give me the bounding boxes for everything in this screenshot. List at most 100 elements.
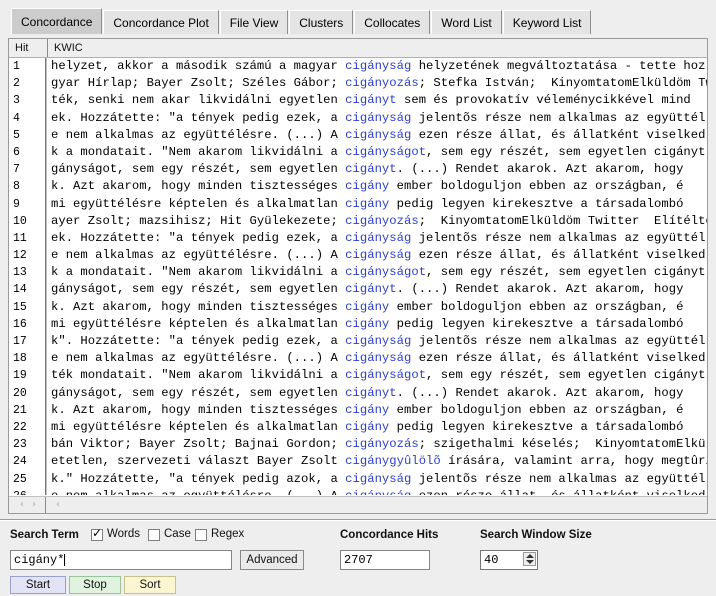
column-separator xyxy=(45,161,47,179)
concordance-hits-value: 2707 xyxy=(340,550,430,570)
table-row[interactable]: 1 helyzet, akkor a második számú a magyar… xyxy=(9,58,707,76)
tab-word-list[interactable]: Word List xyxy=(431,10,502,34)
table-row[interactable]: 15 k. Azt akarom, hogy minden tisztessége… xyxy=(9,298,707,316)
row-hit-number: 12 xyxy=(13,249,27,263)
kwic-right-context: , sem egy részét, sem egyetlen cigányt. xyxy=(426,265,708,280)
table-row[interactable]: 24 etetlen, szervezeti választ Bayer Zsol… xyxy=(9,453,707,471)
table-row[interactable]: 11 ek. Hozzátette: "a tények pedig ezek, … xyxy=(9,229,707,248)
search-controls: Search Term ✓ Words Case Regex Concordan… xyxy=(0,523,716,596)
table-row[interactable]: 7 gányságot, sem egy részét, sem egyetlen… xyxy=(9,161,707,179)
tab-collocates[interactable]: Collocates xyxy=(354,10,431,34)
tab-label: Keyword List xyxy=(512,15,582,30)
row-kwic-text: e nem alkalmas az együttélésre. (...) A … xyxy=(51,127,706,144)
column-separator xyxy=(45,58,47,76)
table-row[interactable]: 10 ayer Zsolt; mazsihisz; Hit Gyülekezete… xyxy=(9,212,708,230)
row-hit-number: 19 xyxy=(13,369,27,383)
column-separator xyxy=(45,333,47,351)
column-separator xyxy=(45,126,47,144)
table-row[interactable]: 16 mi együttélésre képtelen és alkalmatla… xyxy=(9,315,707,333)
kwic-keyword: cigányság xyxy=(345,230,412,245)
row-hit-number: 26 xyxy=(9,488,39,495)
start-button[interactable]: Start xyxy=(10,576,66,594)
kwic-keyword: cigányságot xyxy=(345,368,427,383)
kwic-keyword: cigány xyxy=(345,419,390,434)
kwic-keyword: cigány xyxy=(345,196,390,211)
table-row[interactable]: 14 gányságot, sem egy részét, sem egyetle… xyxy=(9,281,707,299)
kwic-scroll-left-icon[interactable]: ‹ xyxy=(51,498,65,512)
tab-file-view[interactable]: File View xyxy=(219,10,289,34)
words-label: Words xyxy=(107,528,141,540)
table-row[interactable]: 26 e nem alkalmas az együttélésre. (...) … xyxy=(9,487,707,495)
concordance-results-panel: Hit KWIC 1 helyzet, akkor a második számú… xyxy=(8,38,708,514)
stepper-arrows[interactable] xyxy=(523,552,536,566)
concordance-hits-label: Concordance Hits xyxy=(340,529,439,541)
row-kwic-text: mi együttélésre képtelen és alkalmatlan … xyxy=(51,196,683,213)
kwic-column-scrollbar[interactable]: ‹ xyxy=(47,497,707,513)
table-row[interactable]: 20 gányságot, sem egy részét, sem egyetle… xyxy=(9,384,707,402)
kwic-keyword: cigányság xyxy=(345,59,412,73)
tab-concordance-plot[interactable]: Concordance Plot xyxy=(103,10,219,34)
kwic-keyword: cigány xyxy=(345,316,390,331)
kwic-left-context: gányságot, sem egy részét, sem egyetlen xyxy=(51,385,346,400)
column-separator xyxy=(45,470,47,488)
case-label: Case xyxy=(164,528,191,540)
table-row[interactable]: 13 k a mondatait. "Nem akarom likvidálni … xyxy=(9,264,708,282)
search-input[interactable]: cigány* xyxy=(10,550,232,570)
row-hit-number: 20 xyxy=(13,386,27,400)
table-row[interactable]: 6 k a mondatait. "Nem akarom likvidálni a… xyxy=(9,143,707,162)
table-row[interactable]: 9 mi együttélésre képtelen és alkalmatlan… xyxy=(9,195,707,213)
row-hit-number: 8 xyxy=(13,180,20,194)
stepper-up-icon[interactable] xyxy=(526,554,534,558)
advanced-button[interactable]: Advanced xyxy=(240,550,304,570)
kwic-right-context: pedig legyen kirekesztve a társadalombó xyxy=(389,316,684,331)
table-row[interactable]: 17 k". Hozzátette: "a tények pedig ezek, … xyxy=(9,333,707,351)
regex-checkbox[interactable] xyxy=(195,529,207,541)
row-kwic-text: gányságot, sem egy részét, sem egyetlen … xyxy=(51,281,683,298)
kwic-right-context: ember boldoguljon ebben az országban, é xyxy=(389,402,684,417)
row-kwic-text: k." Hozzátette, "a tények pedig azok, a … xyxy=(51,471,706,488)
table-row[interactable]: 4 ek. Hozzátette: "a tények pedig ezek, a… xyxy=(9,109,707,127)
table-row[interactable]: 25 k." Hozzátette, "a tények pedig azok, … xyxy=(9,470,707,488)
kwic-right-context: ; KinyomtatomElküldöm Twitter Elítélte xyxy=(418,213,708,228)
row-kwic-text: k". Hozzátette: "a tények pedig ezek, a … xyxy=(51,333,706,350)
tab-clusters[interactable]: Clusters xyxy=(289,10,354,34)
words-checkbox[interactable]: ✓ xyxy=(91,527,103,541)
search-window-size-stepper[interactable]: 40 xyxy=(480,550,538,570)
case-checkbox[interactable] xyxy=(148,529,160,541)
row-kwic-text: e nem alkalmas az együttélésre. (...) A … xyxy=(51,247,706,264)
table-row[interactable]: 8 k. Azt akarom, hogy minden tisztességes… xyxy=(9,178,707,196)
column-header-hit[interactable]: Hit xyxy=(9,39,47,57)
table-row[interactable]: 2 gyar Hírlap; Bayer Zsolt; Széles Gábor;… xyxy=(9,75,708,93)
row-hit-number: 25 xyxy=(13,472,27,486)
table-row[interactable]: 5 e nem alkalmas az együttélésre. (...) A… xyxy=(9,126,707,144)
tab-keyword-list[interactable]: Keyword List xyxy=(502,10,592,34)
row-hit-number: 3 xyxy=(13,94,20,108)
table-row[interactable]: 18 e nem alkalmas az együttélésre. (...) … xyxy=(9,350,707,368)
hit-column-scrollbar[interactable]: ‹ › xyxy=(9,497,46,513)
table-row[interactable]: 21 k. Azt akarom, hogy minden tisztessége… xyxy=(9,401,707,419)
kwic-left-context: ték mondatait. "Nem akarom likvidálni a xyxy=(51,368,346,383)
search-window-size-label: Search Window Size xyxy=(480,529,592,541)
kwic-left-context: gyar Hírlap; Bayer Zsolt; Széles Gábor; xyxy=(51,76,346,91)
kwic-left-context: gányságot, sem egy részét, sem egyetlen xyxy=(51,162,346,177)
kwic-keyword: cigányság xyxy=(345,351,412,366)
row-kwic-text: gyar Hírlap; Bayer Zsolt; Széles Gábor; … xyxy=(51,75,708,92)
tab-concordance[interactable]: Concordance xyxy=(11,8,103,34)
scroll-right-icon[interactable]: › xyxy=(27,498,41,512)
table-row[interactable]: 3 ték, senki nem akar likvidálni egyetlen… xyxy=(9,92,707,110)
stop-button[interactable]: Stop xyxy=(69,576,121,594)
stepper-down-icon[interactable] xyxy=(526,560,534,564)
sort-button[interactable]: Sort xyxy=(124,576,176,594)
table-row[interactable]: 22 mi együttélésre képtelen és alkalmatla… xyxy=(9,418,707,437)
column-header-kwic[interactable]: KWIC xyxy=(47,39,707,57)
table-row[interactable]: 12 e nem alkalmas az együttélésre. (...) … xyxy=(9,247,707,265)
row-kwic-text: k a mondatait. "Nem akarom likvidálni a … xyxy=(51,264,708,281)
kwic-left-context: e nem alkalmas az együttélésre. (...) A xyxy=(51,127,346,142)
kwic-right-context: ; Stefka István; KinyomtatomElküldöm Tw xyxy=(418,76,708,91)
table-row[interactable]: 23 bán Viktor; Bayer Zsolt; Bajnai Gordon… xyxy=(9,436,707,454)
table-row[interactable]: 19 ték mondatait. "Nem akarom likvidálni … xyxy=(9,367,707,385)
kwic-left-context: etetlen, szervezeti választ Bayer Zsolt xyxy=(51,454,346,469)
column-separator xyxy=(45,350,47,368)
row-kwic-text: k. Azt akarom, hogy minden tisztességes … xyxy=(51,299,683,316)
kwic-keyword: cigányság xyxy=(345,248,412,263)
